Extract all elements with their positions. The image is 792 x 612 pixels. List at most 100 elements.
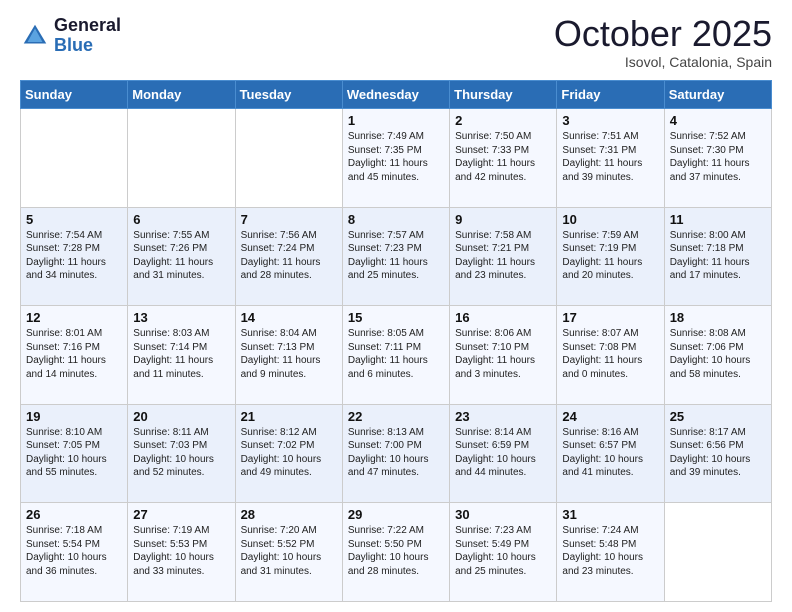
calendar-cell [21, 109, 128, 208]
weekday-header: Thursday [450, 81, 557, 109]
day-number: 24 [562, 409, 658, 424]
day-info: Sunrise: 8:13 AM Sunset: 7:00 PM Dayligh… [348, 426, 444, 480]
calendar-cell: 25 Sunrise: 8:17 AM Sunset: 6:56 PM Dayli… [664, 404, 771, 503]
logo-text: General Blue [54, 16, 121, 56]
day-info: Sunrise: 7:24 AM Sunset: 5:48 PM Dayligh… [562, 524, 658, 578]
day-number: 18 [670, 310, 766, 325]
day-info: Sunrise: 8:12 AM Sunset: 7:02 PM Dayligh… [241, 426, 337, 480]
day-number: 19 [26, 409, 122, 424]
calendar-week-row: 5 Sunrise: 7:54 AM Sunset: 7:28 PM Daylig… [21, 207, 772, 306]
day-number: 28 [241, 507, 337, 522]
day-number: 26 [26, 507, 122, 522]
day-info: Sunrise: 7:57 AM Sunset: 7:23 PM Dayligh… [348, 229, 444, 283]
calendar-cell: 21 Sunrise: 8:12 AM Sunset: 7:02 PM Dayli… [235, 404, 342, 503]
calendar-week-row: 1Sunrise: 7:49 AM Sunset: 7:35 PM Daylig… [21, 109, 772, 208]
calendar-cell: 4 Sunrise: 7:52 AM Sunset: 7:30 PM Daylig… [664, 109, 771, 208]
weekday-header: Monday [128, 81, 235, 109]
logo-blue: Blue [54, 35, 93, 55]
day-info: Sunrise: 7:54 AM Sunset: 7:28 PM Dayligh… [26, 229, 122, 283]
day-info: Sunrise: 7:59 AM Sunset: 7:19 PM Dayligh… [562, 229, 658, 283]
day-number: 3 [562, 113, 658, 128]
day-number: 20 [133, 409, 229, 424]
calendar-cell: 3 Sunrise: 7:51 AM Sunset: 7:31 PM Daylig… [557, 109, 664, 208]
day-number: 31 [562, 507, 658, 522]
day-number: 22 [348, 409, 444, 424]
day-info: Sunrise: 8:05 AM Sunset: 7:11 PM Dayligh… [348, 327, 444, 381]
day-info: Sunrise: 7:23 AM Sunset: 5:49 PM Dayligh… [455, 524, 551, 578]
day-number: 7 [241, 212, 337, 227]
day-info: Sunrise: 8:04 AM Sunset: 7:13 PM Dayligh… [241, 327, 337, 381]
day-info: Sunrise: 7:19 AM Sunset: 5:53 PM Dayligh… [133, 524, 229, 578]
title-block: October 2025 Isovol, Catalonia, Spain [554, 16, 772, 70]
calendar-cell: 5 Sunrise: 7:54 AM Sunset: 7:28 PM Daylig… [21, 207, 128, 306]
calendar-cell: 9 Sunrise: 7:58 AM Sunset: 7:21 PM Daylig… [450, 207, 557, 306]
calendar-cell [128, 109, 235, 208]
calendar-cell: 30 Sunrise: 7:23 AM Sunset: 5:49 PM Dayli… [450, 503, 557, 602]
calendar-cell: 2Sunrise: 7:50 AM Sunset: 7:33 PM Daylig… [450, 109, 557, 208]
calendar-cell: 8 Sunrise: 7:57 AM Sunset: 7:23 PM Daylig… [342, 207, 449, 306]
day-number: 21 [241, 409, 337, 424]
day-number: 2 [455, 113, 551, 128]
calendar-cell: 6Sunrise: 7:55 AM Sunset: 7:26 PM Daylig… [128, 207, 235, 306]
calendar-header-row: SundayMondayTuesdayWednesdayThursdayFrid… [21, 81, 772, 109]
day-number: 9 [455, 212, 551, 227]
day-number: 13 [133, 310, 229, 325]
calendar-cell: 27Sunrise: 7:19 AM Sunset: 5:53 PM Dayli… [128, 503, 235, 602]
day-info: Sunrise: 8:00 AM Sunset: 7:18 PM Dayligh… [670, 229, 766, 283]
weekday-header: Sunday [21, 81, 128, 109]
day-info: Sunrise: 7:20 AM Sunset: 5:52 PM Dayligh… [241, 524, 337, 578]
day-number: 4 [670, 113, 766, 128]
calendar-cell: 17 Sunrise: 8:07 AM Sunset: 7:08 PM Dayli… [557, 306, 664, 405]
day-number: 12 [26, 310, 122, 325]
calendar-cell: 11 Sunrise: 8:00 AM Sunset: 7:18 PM Dayli… [664, 207, 771, 306]
calendar-cell: 16 Sunrise: 8:06 AM Sunset: 7:10 PM Dayli… [450, 306, 557, 405]
day-info: Sunrise: 8:08 AM Sunset: 7:06 PM Dayligh… [670, 327, 766, 381]
day-info: Sunrise: 7:51 AM Sunset: 7:31 PM Dayligh… [562, 130, 658, 184]
calendar-cell: 31 Sunrise: 7:24 AM Sunset: 5:48 PM Dayli… [557, 503, 664, 602]
day-number: 16 [455, 310, 551, 325]
day-info: Sunrise: 8:07 AM Sunset: 7:08 PM Dayligh… [562, 327, 658, 381]
month-title: October 2025 [554, 16, 772, 52]
day-number: 17 [562, 310, 658, 325]
day-number: 1 [348, 113, 444, 128]
calendar-cell [235, 109, 342, 208]
calendar-week-row: 19 Sunrise: 8:10 AM Sunset: 7:05 PM Dayli… [21, 404, 772, 503]
day-number: 25 [670, 409, 766, 424]
calendar-cell: 12 Sunrise: 8:01 AM Sunset: 7:16 PM Dayli… [21, 306, 128, 405]
calendar-cell: 26 Sunrise: 7:18 AM Sunset: 5:54 PM Dayli… [21, 503, 128, 602]
day-info: Sunrise: 7:58 AM Sunset: 7:21 PM Dayligh… [455, 229, 551, 283]
calendar-cell: 15Sunrise: 8:05 AM Sunset: 7:11 PM Dayli… [342, 306, 449, 405]
logo: General Blue [20, 16, 121, 56]
day-info: Sunrise: 8:14 AM Sunset: 6:59 PM Dayligh… [455, 426, 551, 480]
header: General Blue October 2025 Isovol, Catalo… [20, 16, 772, 70]
day-info: Sunrise: 8:06 AM Sunset: 7:10 PM Dayligh… [455, 327, 551, 381]
day-info: Sunrise: 7:18 AM Sunset: 5:54 PM Dayligh… [26, 524, 122, 578]
day-info: Sunrise: 8:16 AM Sunset: 6:57 PM Dayligh… [562, 426, 658, 480]
day-number: 8 [348, 212, 444, 227]
day-number: 11 [670, 212, 766, 227]
day-info: Sunrise: 8:10 AM Sunset: 7:05 PM Dayligh… [26, 426, 122, 480]
calendar-cell: 7 Sunrise: 7:56 AM Sunset: 7:24 PM Daylig… [235, 207, 342, 306]
day-info: Sunrise: 8:17 AM Sunset: 6:56 PM Dayligh… [670, 426, 766, 480]
day-info: Sunrise: 7:55 AM Sunset: 7:26 PM Dayligh… [133, 229, 229, 283]
page: General Blue October 2025 Isovol, Catalo… [0, 0, 792, 612]
day-info: Sunrise: 8:11 AM Sunset: 7:03 PM Dayligh… [133, 426, 229, 480]
logo-icon [20, 21, 50, 51]
calendar-cell [664, 503, 771, 602]
logo-general: General [54, 15, 121, 35]
calendar-cell: 18 Sunrise: 8:08 AM Sunset: 7:06 PM Dayli… [664, 306, 771, 405]
day-number: 30 [455, 507, 551, 522]
calendar-cell: 14Sunrise: 8:04 AM Sunset: 7:13 PM Dayli… [235, 306, 342, 405]
weekday-header: Friday [557, 81, 664, 109]
day-info: Sunrise: 8:01 AM Sunset: 7:16 PM Dayligh… [26, 327, 122, 381]
calendar-week-row: 12 Sunrise: 8:01 AM Sunset: 7:16 PM Dayli… [21, 306, 772, 405]
calendar-cell: 13Sunrise: 8:03 AM Sunset: 7:14 PM Dayli… [128, 306, 235, 405]
calendar-cell: 10Sunrise: 7:59 AM Sunset: 7:19 PM Dayli… [557, 207, 664, 306]
day-number: 5 [26, 212, 122, 227]
calendar-table: SundayMondayTuesdayWednesdayThursdayFrid… [20, 80, 772, 602]
calendar-cell: 24 Sunrise: 8:16 AM Sunset: 6:57 PM Dayli… [557, 404, 664, 503]
day-info: Sunrise: 7:52 AM Sunset: 7:30 PM Dayligh… [670, 130, 766, 184]
day-info: Sunrise: 7:56 AM Sunset: 7:24 PM Dayligh… [241, 229, 337, 283]
weekday-header: Saturday [664, 81, 771, 109]
calendar-cell: 28 Sunrise: 7:20 AM Sunset: 5:52 PM Dayli… [235, 503, 342, 602]
